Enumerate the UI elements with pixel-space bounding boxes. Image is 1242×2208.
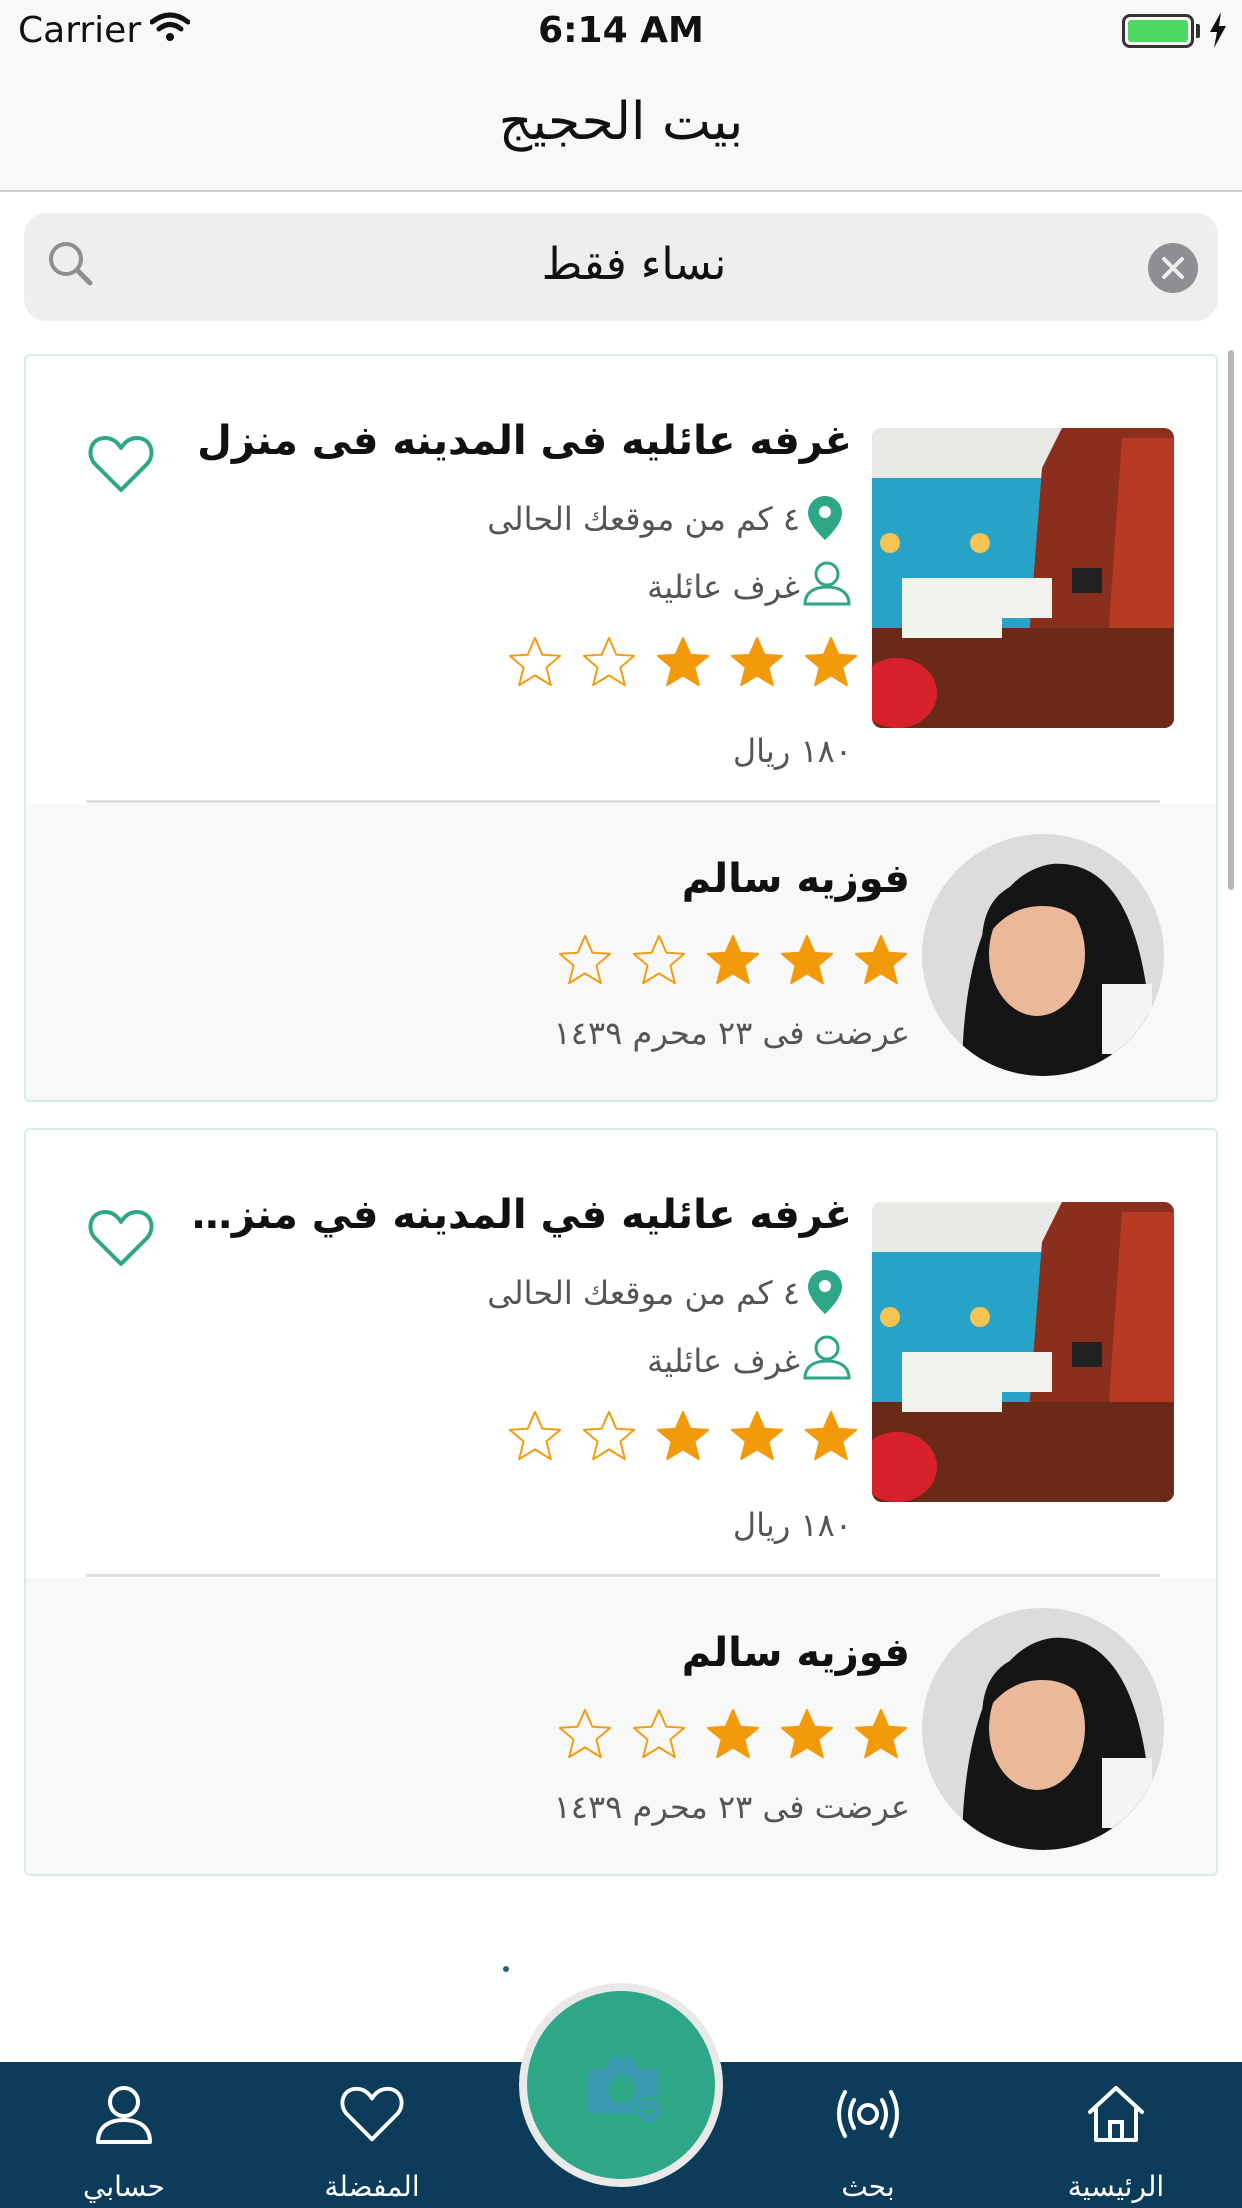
- heart-icon: [340, 2086, 404, 2142]
- listing-card[interactable]: غرفه عائليه فى المدينه فى منزل ٤ كم من م…: [24, 354, 1218, 1102]
- divider: [86, 800, 1160, 803]
- listing-title[interactable]: غرفه عائليه في المدينه في منزل قريب...: [172, 1192, 852, 1238]
- listing-details[interactable]: غرفه عائليه في المدينه في منزل قريب... ٤…: [26, 1130, 1216, 1578]
- clear-icon: [1162, 257, 1184, 279]
- location-pin-icon: [808, 496, 842, 540]
- star-filled-icon: [854, 934, 908, 985]
- room-category: غرف عائلية: [647, 568, 800, 606]
- clear-search-button[interactable]: [1148, 243, 1198, 293]
- distance-text: ٤ كم من موقعك الحالى: [487, 500, 800, 538]
- search-bar[interactable]: نساء فقط: [24, 213, 1218, 321]
- star-filled-icon: [706, 934, 760, 985]
- page-indicator-dot: [503, 1966, 509, 1972]
- page-title: بيت الحجيج: [498, 92, 744, 152]
- price-text: ١٨٠ ريال: [732, 732, 852, 770]
- star-empty-icon: [508, 1410, 562, 1461]
- star-filled-icon: [804, 636, 858, 687]
- tab-favorites-label: المفضلة: [324, 2170, 420, 2203]
- favorite-button[interactable]: [88, 434, 154, 498]
- room-photo[interactable]: [872, 428, 1174, 728]
- clock: 6:14 AM: [538, 10, 704, 51]
- person-icon: [96, 2086, 152, 2144]
- star-empty-icon: [632, 1708, 686, 1759]
- star-filled-icon: [780, 934, 834, 985]
- star-filled-icon: [656, 636, 710, 687]
- posted-date: عرضت فى ٢٣ محرم ١٤٣٩: [553, 1014, 910, 1052]
- tab-account[interactable]: حسابي: [24, 2062, 224, 2208]
- room-photo[interactable]: [872, 1202, 1174, 1502]
- host-avatar[interactable]: [922, 834, 1164, 1076]
- heart-icon: [88, 436, 154, 492]
- star-filled-icon: [804, 1410, 858, 1461]
- host-avatar[interactable]: [922, 1608, 1164, 1850]
- price-text: ١٨٠ ريال: [732, 1506, 852, 1544]
- battery-tip: [1196, 24, 1200, 38]
- charging-bolt-icon: [1210, 12, 1226, 48]
- search-icon: [49, 242, 93, 286]
- tab-home-label: الرئيسية: [1067, 2170, 1165, 2203]
- star-filled-icon: [730, 1410, 784, 1461]
- listing-details[interactable]: غرفه عائليه فى المدينه فى منزل ٤ كم من م…: [26, 356, 1216, 804]
- distance-text: ٤ كم من موقعك الحالى: [487, 1274, 800, 1312]
- search-input[interactable]: نساء فقط: [134, 239, 1134, 290]
- listing-card[interactable]: غرفه عائليه في المدينه في منزل قريب... ٤…: [24, 1128, 1218, 1876]
- host-rating: [556, 932, 910, 990]
- host-name[interactable]: فوزيه سالم: [682, 856, 910, 902]
- star-empty-icon: [582, 1410, 636, 1461]
- divider: [86, 1574, 1160, 1577]
- tab-search[interactable]: بحث: [768, 2062, 968, 2208]
- star-filled-icon: [656, 1410, 710, 1461]
- tab-account-label: حسابي: [83, 2170, 165, 2203]
- heart-icon: [88, 1210, 154, 1266]
- room-category: غرف عائلية: [647, 1342, 800, 1380]
- listing-rating: [506, 1408, 860, 1466]
- favorite-button[interactable]: [88, 1208, 154, 1272]
- battery-icon: [1122, 14, 1194, 48]
- host-section[interactable]: فوزيه سالم عرضت فى ٢٣ محرم ١٤٣٩: [26, 1578, 1216, 1874]
- host-rating: [556, 1706, 910, 1764]
- star-filled-icon: [730, 636, 784, 687]
- posted-date: عرضت فى ٢٣ محرم ١٤٣٩: [553, 1788, 910, 1826]
- tab-home[interactable]: الرئيسية: [1016, 2062, 1216, 2208]
- broadcast-icon: [837, 2090, 899, 2138]
- camera-button[interactable]: [519, 1983, 723, 2187]
- star-empty-icon: [582, 636, 636, 687]
- star-empty-icon: [558, 1708, 612, 1759]
- person-icon: [803, 561, 851, 606]
- star-empty-icon: [632, 934, 686, 985]
- host-name[interactable]: فوزيه سالم: [682, 1630, 910, 1676]
- tab-favorites[interactable]: المفضلة: [272, 2062, 472, 2208]
- star-empty-icon: [558, 934, 612, 985]
- star-filled-icon: [780, 1708, 834, 1759]
- location-pin-icon: [808, 1270, 842, 1314]
- star-filled-icon: [854, 1708, 908, 1759]
- listing-title[interactable]: غرفه عائليه فى المدينه فى منزل: [197, 418, 852, 464]
- status-bar: Carrier 6:14 AM: [0, 0, 1242, 62]
- navigation-bar: بيت الحجيج: [0, 62, 1242, 192]
- home-icon: [1088, 2086, 1144, 2142]
- star-empty-icon: [508, 636, 562, 687]
- scroll-indicator[interactable]: [1228, 350, 1234, 890]
- star-filled-icon: [706, 1708, 760, 1759]
- listing-rating: [506, 634, 860, 692]
- person-icon: [803, 1335, 851, 1380]
- camera-icon: [587, 2057, 664, 2126]
- host-section[interactable]: فوزيه سالم عرضت فى ٢٣ محرم ١٤٣٩: [26, 804, 1216, 1100]
- tab-search-label: بحث: [841, 2170, 895, 2203]
